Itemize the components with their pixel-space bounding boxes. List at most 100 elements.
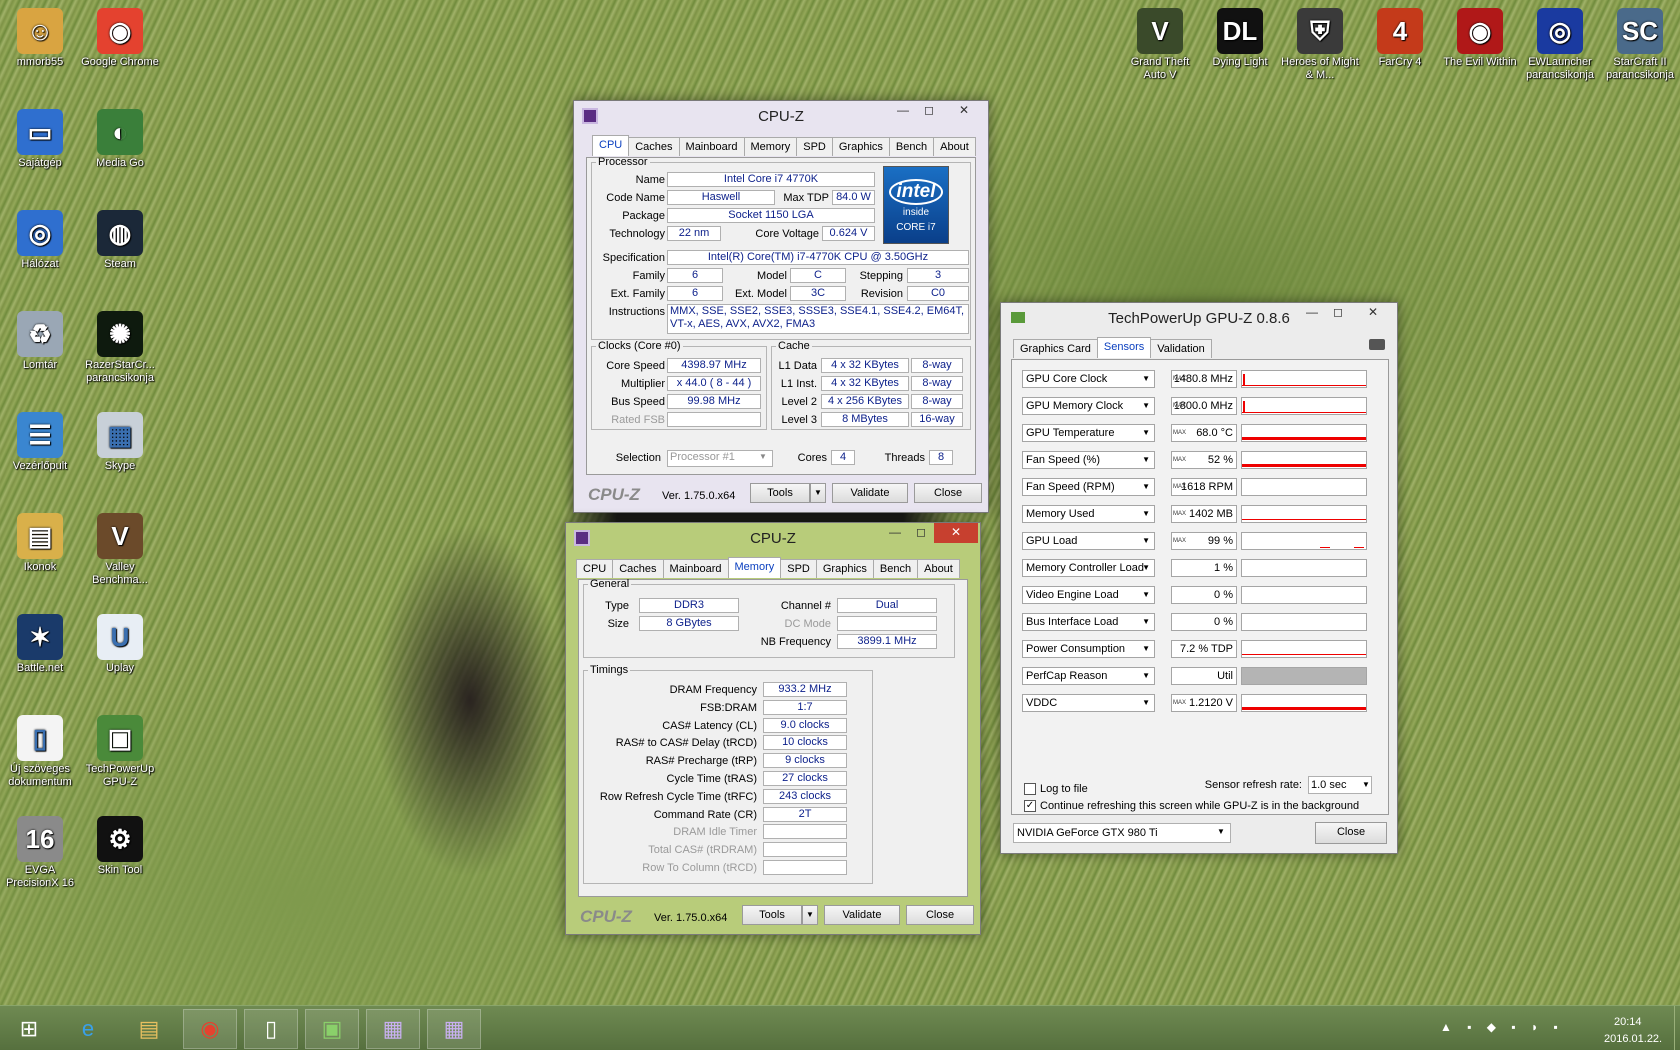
desktop-icon-3[interactable]: ◐ Media Go: [80, 109, 160, 170]
close-button[interactable]: Close: [906, 905, 974, 925]
sensor-name-dropdown[interactable]: Fan Speed (RPM) ▼: [1022, 478, 1155, 496]
tab-spd[interactable]: SPD: [796, 137, 833, 156]
log-to-file-checkbox[interactable]: [1024, 783, 1036, 795]
taskbar-gpuz[interactable]: ▣: [305, 1009, 359, 1049]
tab-graphics-card[interactable]: Graphics Card: [1013, 339, 1098, 358]
desktop-icon-top-5[interactable]: ◎ EWLauncher parancsikonja: [1520, 8, 1600, 82]
desktop-icon-top-6[interactable]: SC StarCraft II parancsikonja: [1600, 8, 1680, 82]
tab-caches[interactable]: Caches: [628, 137, 680, 156]
tray-icons[interactable]: ▲ ▪ ◆ ▪ ◗ ▪: [1440, 1020, 1580, 1036]
taskbar-ie[interactable]: e: [61, 1009, 115, 1049]
maximize-icon[interactable]: ◻: [908, 523, 934, 543]
maximize-icon[interactable]: ◻: [1325, 303, 1351, 323]
tab-memory[interactable]: Memory: [743, 137, 798, 156]
desktop-icon-5[interactable]: ◍ Steam: [80, 210, 160, 271]
cpuz-memory-titlebar[interactable]: CPU-Z — ◻ ✕: [566, 523, 980, 553]
taskbar-cpuz-1[interactable]: ▦: [366, 1009, 420, 1049]
taskbar-cpuz-2[interactable]: ▦: [427, 1009, 481, 1049]
show-desktop-button[interactable]: [1674, 1006, 1680, 1050]
taskbar-notepad[interactable]: ▯: [244, 1009, 298, 1049]
sensor-name-dropdown[interactable]: Power Consumption ▼: [1022, 640, 1155, 658]
desktop-icon-16[interactable]: 16 EVGA PrecisionX 16: [0, 816, 80, 890]
tools-dropdown-button[interactable]: ▼: [810, 483, 826, 503]
desktop-icon-top-4[interactable]: ◉ The Evil Within: [1440, 8, 1520, 69]
sensor-name-dropdown[interactable]: Fan Speed (%) ▼: [1022, 451, 1155, 469]
sensor-name-dropdown[interactable]: VDDC ▼: [1022, 694, 1155, 712]
desktop-icon-0[interactable]: ☺ mmorb55: [0, 8, 80, 69]
tab-memory[interactable]: Memory: [727, 557, 782, 578]
close-icon[interactable]: ✕: [1351, 303, 1395, 323]
desktop-icon-2[interactable]: ▭ Sajátgép: [0, 109, 80, 170]
sensor-name-dropdown[interactable]: Memory Controller Load ▼: [1022, 559, 1155, 577]
sensor-name-dropdown[interactable]: PerfCap Reason ▼: [1022, 667, 1155, 685]
clock-date[interactable]: 2016.01.22.: [1604, 1033, 1662, 1045]
desktop-icon-8[interactable]: ☰ Vezérlőpult: [0, 412, 80, 473]
close-button[interactable]: Close: [914, 483, 982, 503]
sensor-name-dropdown[interactable]: GPU Temperature ▼: [1022, 424, 1155, 442]
gpuz-close-button[interactable]: Close: [1315, 822, 1387, 844]
tab-about[interactable]: About: [933, 137, 976, 156]
close-icon[interactable]: ✕: [934, 523, 978, 543]
tab-spd[interactable]: SPD: [780, 559, 817, 578]
desktop-icon-top-3[interactable]: 4 FarCry 4: [1360, 8, 1440, 69]
desktop-icon-10[interactable]: ▤ Ikonok: [0, 513, 80, 574]
start-button[interactable]: ⊞: [2, 1009, 56, 1049]
tools-button[interactable]: Tools: [750, 483, 810, 503]
gpuz-titlebar[interactable]: TechPowerUp GPU-Z 0.8.6 — ◻ ✕: [1001, 303, 1397, 333]
maximize-icon[interactable]: ◻: [916, 101, 942, 121]
desktop-icon-15[interactable]: ▣ TechPowerUp GPU-Z: [80, 715, 160, 789]
desktop-icon-top-1[interactable]: DL Dying Light: [1200, 8, 1280, 69]
tab-bench[interactable]: Bench: [872, 559, 919, 578]
desktop-icon-top-0[interactable]: V Grand Theft Auto V: [1120, 8, 1200, 82]
tab-cpu[interactable]: CPU: [592, 135, 630, 156]
sensor-name-dropdown[interactable]: GPU Core Clock ▼: [1022, 370, 1155, 388]
desktop-icon-6[interactable]: ♻ Lomtár: [0, 311, 80, 372]
desktop-icon-4[interactable]: ◎ Hálózat: [0, 210, 80, 271]
desktop-icon-12[interactable]: ✶ Battle.net: [0, 614, 80, 675]
sensor-name-dropdown[interactable]: GPU Load ▼: [1022, 532, 1155, 550]
gpu-select-chevron-icon[interactable]: ▼: [1217, 827, 1225, 836]
stepping-value: 3: [907, 268, 969, 283]
minimize-icon[interactable]: —: [1299, 303, 1325, 323]
taskbar-explorer[interactable]: ▤: [122, 1009, 176, 1049]
selection-dropdown[interactable]: Processor #1: [667, 450, 773, 467]
taskbar-chrome[interactable]: ◉: [183, 1009, 237, 1049]
clock-time[interactable]: 20:14: [1614, 1016, 1642, 1028]
continue-refresh-checkbox[interactable]: ✓: [1024, 800, 1036, 812]
sensor-name-dropdown[interactable]: Video Engine Load ▼: [1022, 586, 1155, 604]
tools-dropdown-button[interactable]: ▼: [802, 905, 818, 925]
tab-mainboard[interactable]: Mainboard: [662, 559, 729, 578]
tab-sensors[interactable]: Sensors: [1096, 337, 1152, 358]
desktop-icon-7[interactable]: ✺ RazerStarCr... parancsikonja: [80, 311, 160, 385]
tab-graphics[interactable]: Graphics: [815, 559, 874, 578]
tab-caches[interactable]: Caches: [612, 559, 664, 578]
sensor-name-dropdown[interactable]: Memory Used ▼: [1022, 505, 1155, 523]
desktop-icon-17[interactable]: ⚙ Skin Tool: [80, 816, 160, 877]
sensor-name-dropdown[interactable]: GPU Memory Clock ▼: [1022, 397, 1155, 415]
tab-bench[interactable]: Bench: [888, 137, 935, 156]
sensor-name-dropdown[interactable]: Bus Interface Load ▼: [1022, 613, 1155, 631]
desktop-icon-13[interactable]: U Uplay: [80, 614, 160, 675]
camera-icon[interactable]: [1369, 339, 1385, 350]
refresh-chevron-icon[interactable]: ▼: [1362, 780, 1370, 789]
desktop-icon-11[interactable]: V Valley Benchma...: [80, 513, 160, 587]
selection-chevron-icon[interactable]: ▼: [759, 452, 767, 461]
cpuz-cpu-titlebar[interactable]: CPU-Z — ◻ ✕: [574, 101, 988, 131]
validate-button[interactable]: Validate: [824, 905, 900, 925]
gpu-select-dropdown[interactable]: NVIDIA GeForce GTX 980 Ti: [1013, 823, 1231, 843]
tab-about[interactable]: About: [917, 559, 960, 578]
desktop-icon-9[interactable]: ▦ Skype: [80, 412, 160, 473]
minimize-icon[interactable]: —: [882, 523, 908, 543]
desktop-icon-top-2[interactable]: ⛨ Heroes of Might & M...: [1280, 8, 1360, 82]
tab-cpu[interactable]: CPU: [576, 559, 614, 578]
close-icon[interactable]: ✕: [942, 101, 986, 121]
sensor-graph: [1241, 478, 1367, 496]
validate-button[interactable]: Validate: [832, 483, 908, 503]
desktop-icon-1[interactable]: ◉ Google Chrome: [80, 8, 160, 69]
tab-validation[interactable]: Validation: [1150, 339, 1212, 358]
minimize-icon[interactable]: —: [890, 101, 916, 121]
desktop-icon-14[interactable]: ▯ Új szöveges dokumentum: [0, 715, 80, 789]
tools-button[interactable]: Tools: [742, 905, 802, 925]
tab-graphics[interactable]: Graphics: [831, 137, 890, 156]
tab-mainboard[interactable]: Mainboard: [678, 137, 745, 156]
